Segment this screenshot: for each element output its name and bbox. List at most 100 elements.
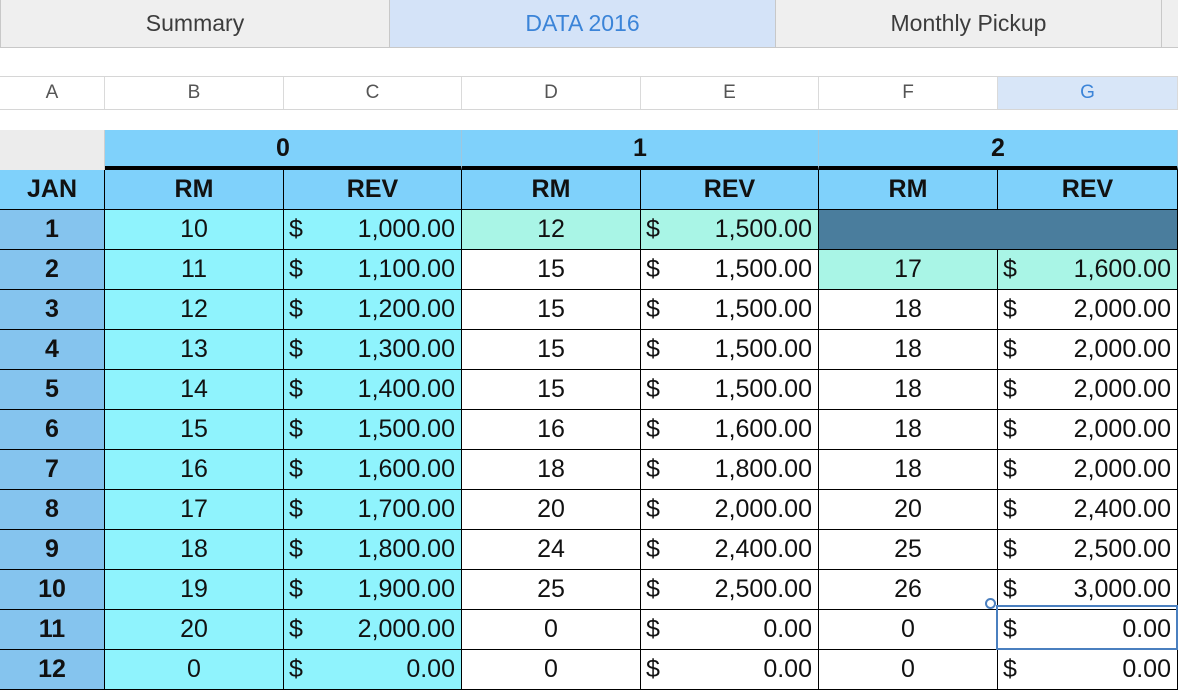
rev-cell[interactable]: $2,000.00 (998, 450, 1178, 490)
rev-cell[interactable]: $1,500.00 (641, 210, 819, 250)
rev-cell[interactable]: $1,500.00 (284, 410, 462, 450)
row-label[interactable]: 1 (0, 210, 105, 250)
rm-cell[interactable]: 16 (462, 410, 641, 450)
rev-header[interactable]: REV (641, 170, 819, 210)
rm-value: 0 (544, 655, 558, 683)
rev-cell[interactable]: $0.00 (641, 610, 819, 650)
rm-cell[interactable]: 15 (462, 370, 641, 410)
rev-cell[interactable]: $0.00 (998, 650, 1178, 690)
row-label[interactable]: 2 (0, 250, 105, 290)
rev-cell[interactable]: $1,900.00 (284, 570, 462, 610)
rev-cell[interactable]: $2,000.00 (998, 330, 1178, 370)
rev-cell[interactable]: $1,000.00 (284, 210, 462, 250)
rm-header[interactable]: RM (462, 170, 641, 210)
rev-cell[interactable]: $1,100.00 (284, 250, 462, 290)
rev-cell[interactable]: $1,800.00 (284, 530, 462, 570)
row-label[interactable]: 5 (0, 370, 105, 410)
row-label[interactable]: 6 (0, 410, 105, 450)
rm-cell[interactable]: 18 (819, 410, 998, 450)
rev-cell[interactable]: $1,600.00 (284, 450, 462, 490)
rm-cell[interactable]: 18 (819, 290, 998, 330)
rev-cell[interactable]: $3,000.00 (998, 570, 1178, 610)
rev-cell[interactable]: $1,600.00 (998, 250, 1178, 290)
rev-cell[interactable]: $2,400.00 (998, 490, 1178, 530)
rev-cell[interactable]: $1,700.00 (284, 490, 462, 530)
rm-cell[interactable]: 25 (462, 570, 641, 610)
rm-header[interactable]: RM (105, 170, 284, 210)
rm-cell[interactable]: 18 (819, 450, 998, 490)
rm-cell[interactable]: 14 (105, 370, 284, 410)
rm-cell[interactable]: 0 (819, 610, 998, 650)
rev-cell[interactable]: $2,500.00 (998, 530, 1178, 570)
rm-cell[interactable]: 17 (105, 490, 284, 530)
row-label-header[interactable]: JAN (0, 170, 105, 210)
rev-value: 2,400.00 (714, 535, 812, 563)
rm-cell[interactable]: 16 (105, 450, 284, 490)
row-label[interactable]: 4 (0, 330, 105, 370)
rm-cell[interactable]: 18 (819, 370, 998, 410)
rev-cell[interactable]: $2,000.00 (284, 610, 462, 650)
rm-cell[interactable]: 15 (462, 290, 641, 330)
row-label[interactable]: 7 (0, 450, 105, 490)
rev-cell[interactable]: $0.00 (284, 650, 462, 690)
rm-cell[interactable]: 17 (819, 250, 998, 290)
rm-cell[interactable]: 26 (819, 570, 998, 610)
rev-cell[interactable]: $0.00 (641, 650, 819, 690)
rev-cell[interactable]: $1,500.00 (641, 290, 819, 330)
rm-value: 14 (180, 375, 208, 403)
rev-cell[interactable]: $2,400.00 (641, 530, 819, 570)
rm-cell[interactable]: 11 (105, 250, 284, 290)
rm-cell[interactable]: 19 (105, 570, 284, 610)
row-label[interactable]: 3 (0, 290, 105, 330)
group-header-2[interactable]: 2 (819, 130, 1178, 170)
rm-cell[interactable]: 18 (105, 530, 284, 570)
rm-cell[interactable]: 25 (819, 530, 998, 570)
row-label[interactable]: 10 (0, 570, 105, 610)
rm-cell[interactable]: 20 (819, 490, 998, 530)
rm-value: 12 (537, 215, 565, 243)
rev-cell[interactable]: $1,300.00 (284, 330, 462, 370)
rev-header[interactable]: REV (284, 170, 462, 210)
rm-cell[interactable]: 18 (819, 330, 998, 370)
rev-cell[interactable]: $2,000.00 (998, 370, 1178, 410)
rm-cell[interactable]: 20 (462, 490, 641, 530)
group-header-0[interactable]: 0 (105, 130, 462, 170)
row-label[interactable]: 12 (0, 650, 105, 690)
rm-cell[interactable]: 15 (105, 410, 284, 450)
rm-header[interactable]: RM (819, 170, 998, 210)
currency-symbol: $ (646, 655, 660, 683)
rev-cell[interactable]: $1,500.00 (641, 330, 819, 370)
row-label[interactable]: 8 (0, 490, 105, 530)
rev-header[interactable]: REV (998, 170, 1178, 210)
rm-cell[interactable]: 13 (105, 330, 284, 370)
rev-cell[interactable]: $1,200.00 (284, 290, 462, 330)
rm-cell[interactable]: 24 (462, 530, 641, 570)
rm-cell[interactable]: 0 (105, 650, 284, 690)
rev-cell[interactable]: $2,000.00 (998, 410, 1178, 450)
rev-cell[interactable]: $2,000.00 (641, 490, 819, 530)
rm-cell[interactable]: 15 (462, 330, 641, 370)
row-label[interactable]: 11 (0, 610, 105, 650)
rev-cell[interactable]: $2,000.00 (998, 290, 1178, 330)
rev-cell[interactable]: $0.00 (998, 610, 1178, 650)
rev-cell[interactable]: $1,500.00 (641, 250, 819, 290)
rm-cell[interactable]: 0 (462, 650, 641, 690)
group-header-1[interactable]: 1 (462, 130, 819, 170)
selection-handle[interactable] (985, 598, 996, 609)
rm-cell[interactable]: 0 (462, 610, 641, 650)
rev-cell[interactable]: $1,800.00 (641, 450, 819, 490)
rev-cell[interactable]: $1,600.00 (641, 410, 819, 450)
rev-cell[interactable]: $2,500.00 (641, 570, 819, 610)
row-label[interactable]: 9 (0, 530, 105, 570)
filled-cell[interactable] (819, 210, 1178, 250)
rm-cell[interactable]: 20 (105, 610, 284, 650)
rm-cell[interactable]: 12 (462, 210, 641, 250)
rm-cell[interactable]: 10 (105, 210, 284, 250)
rm-cell[interactable]: 0 (819, 650, 998, 690)
rev-value: 2,000.00 (357, 615, 455, 643)
rm-cell[interactable]: 18 (462, 450, 641, 490)
rev-cell[interactable]: $1,500.00 (641, 370, 819, 410)
rev-cell[interactable]: $1,400.00 (284, 370, 462, 410)
rm-cell[interactable]: 15 (462, 250, 641, 290)
rm-cell[interactable]: 12 (105, 290, 284, 330)
